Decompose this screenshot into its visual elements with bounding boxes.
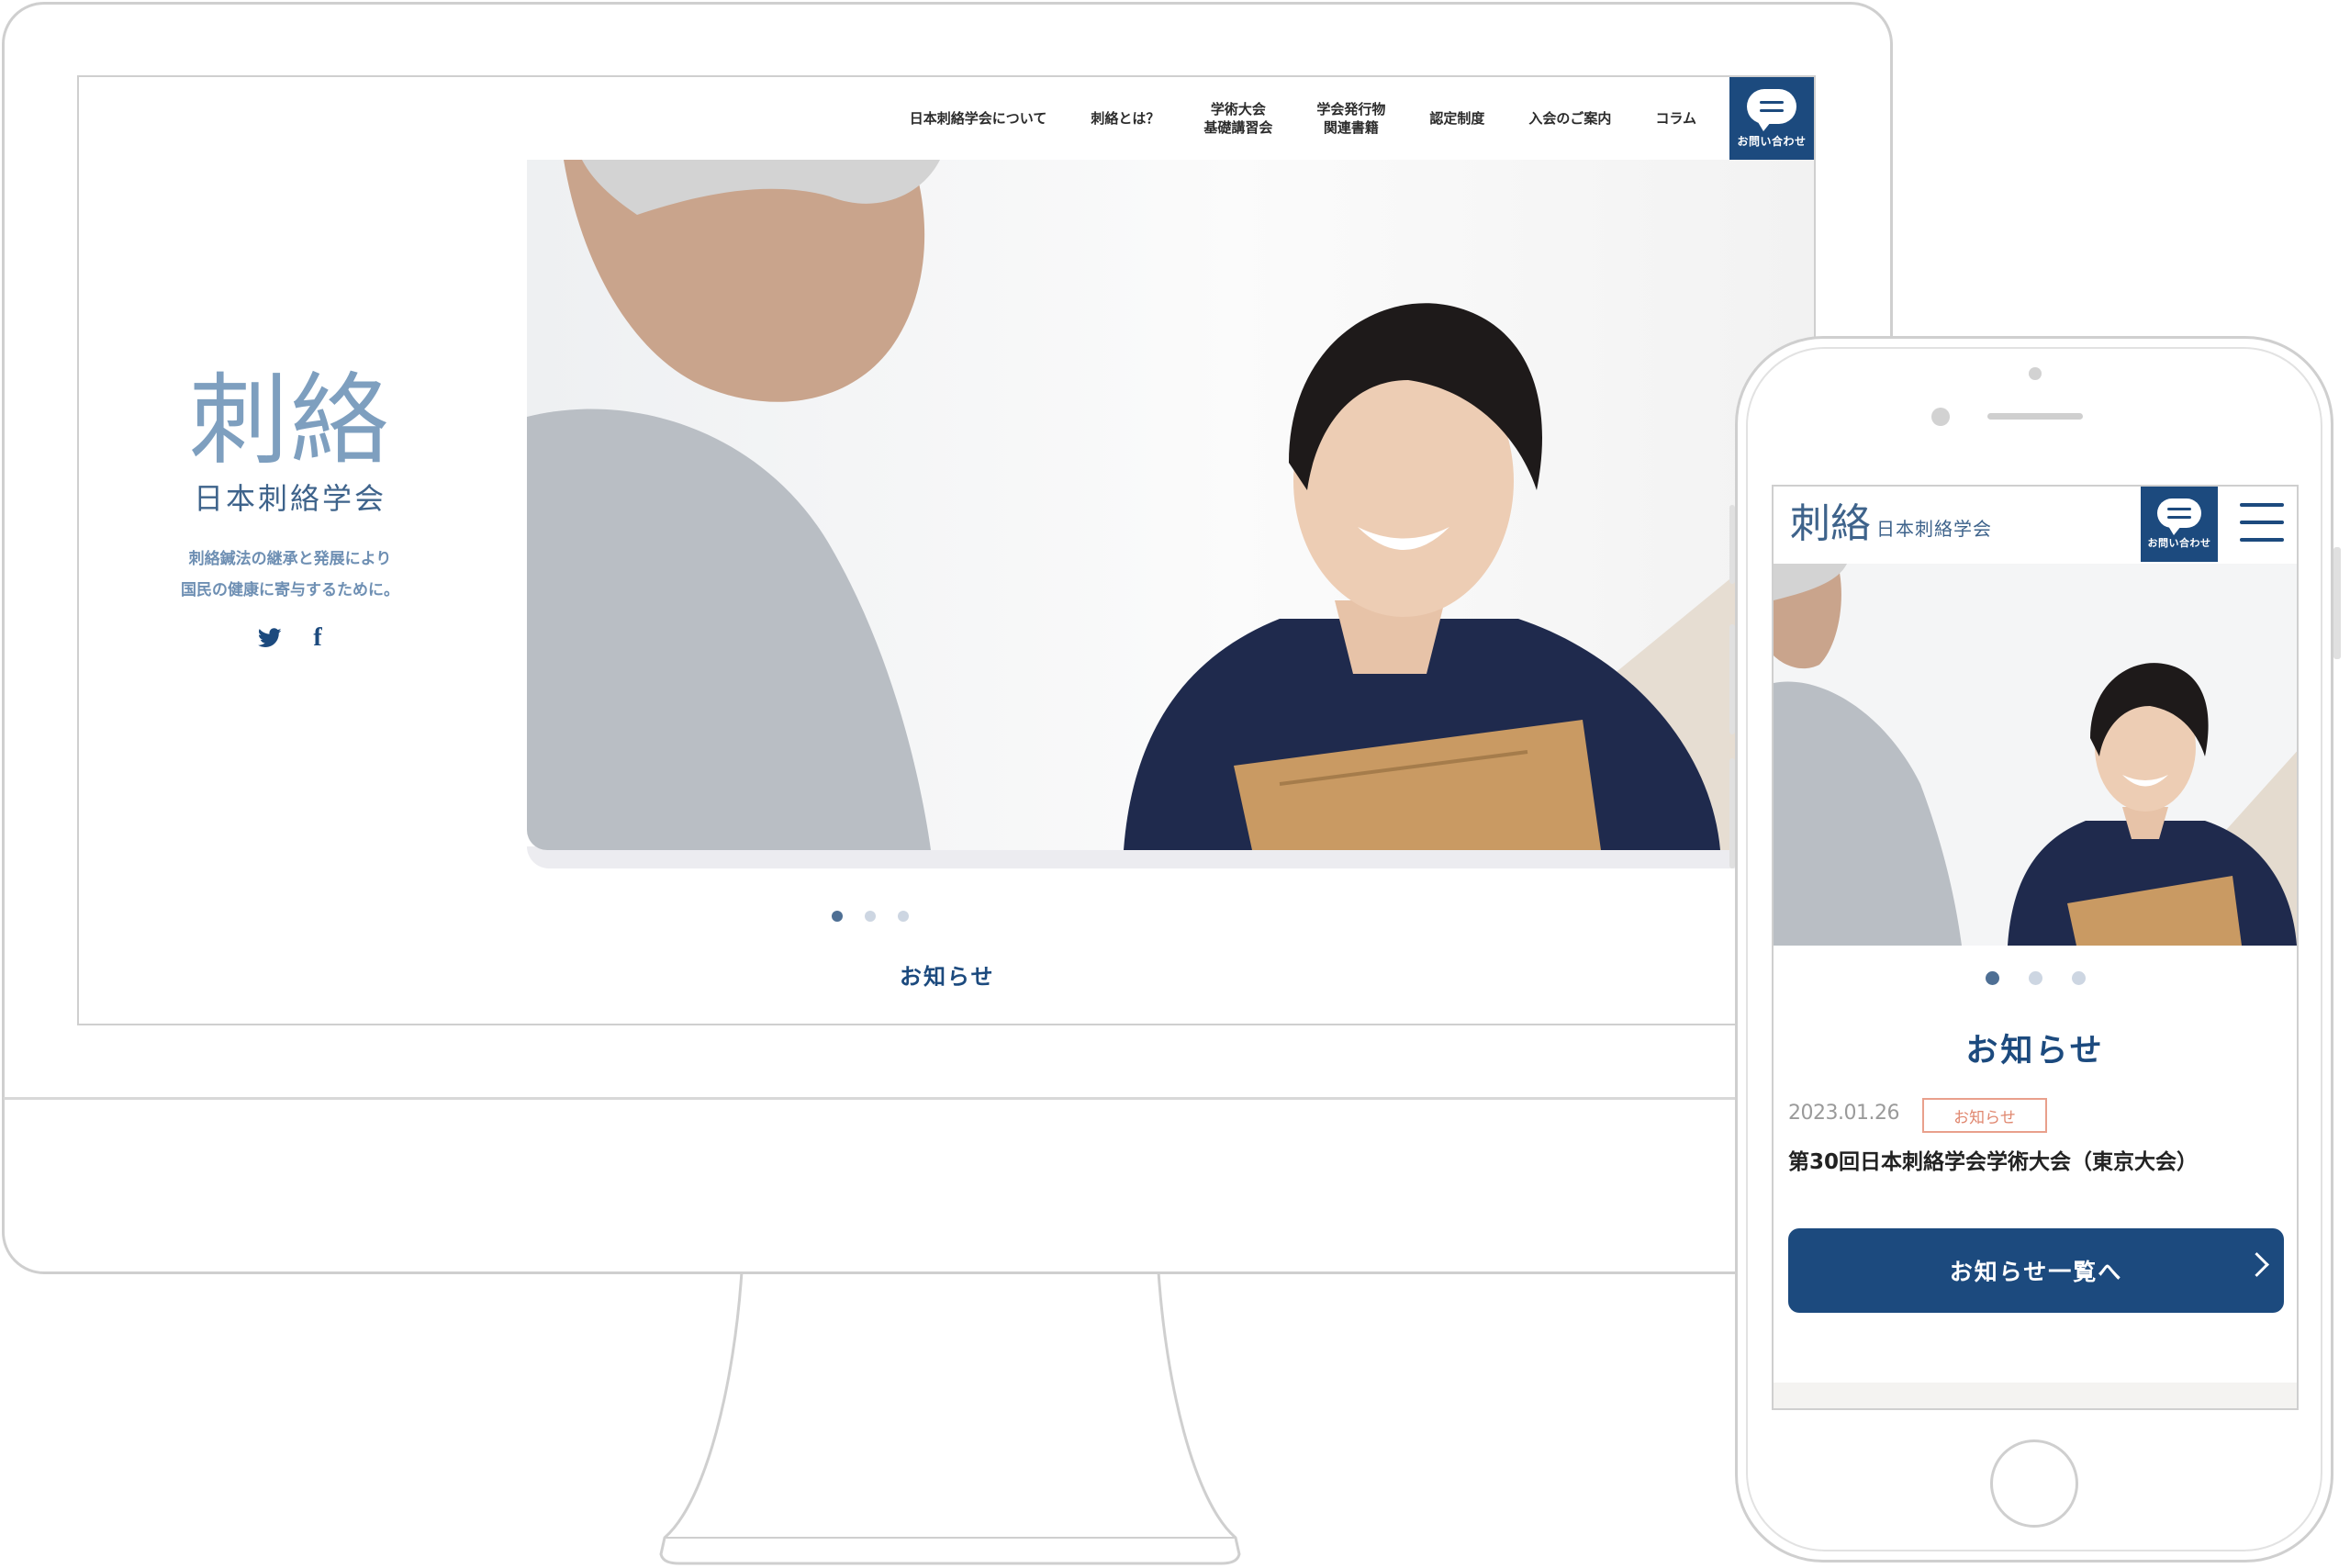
society-logo-mark: 刺絡 <box>188 364 391 478</box>
phone-slider-dot-3[interactable] <box>2071 971 2086 985</box>
phone-contact-button[interactable]: お問い合わせ <box>2141 487 2218 562</box>
monitor-stand <box>659 1271 1241 1565</box>
phone-logo-mark[interactable]: 刺絡 <box>1790 501 1871 547</box>
phone-footer-band <box>1774 1383 2297 1408</box>
slider-dot-2[interactable] <box>865 911 876 922</box>
phone-side-button-upper <box>1729 505 1735 584</box>
phone-society-name: 日本刺絡学会 <box>1876 518 1992 540</box>
phone-hero-photo <box>1774 564 2297 946</box>
phone-slider-dots <box>1774 971 2297 985</box>
news-category-badge: お知らせ <box>1922 1098 2047 1133</box>
news-date: 2023.01.26 <box>1788 1102 1899 1125</box>
slider-dot-1[interactable] <box>832 911 843 922</box>
phone-news-heading: お知らせ <box>1965 1033 2105 1070</box>
desktop-screen: 日本刺絡学会について 刺絡とは？ 学術大会 基礎講習会 学会発行物 関連書籍 認… <box>77 75 1816 1025</box>
chat-bubble-icon <box>2157 498 2201 535</box>
tagline-line-2: 国民の健康に寄与するために。 <box>181 581 399 599</box>
nav-item-conference[interactable]: 学術大会 基礎講習会 <box>1203 100 1272 137</box>
social-links: f <box>143 625 437 651</box>
phone-slider-dot-1[interactable] <box>1985 971 1999 985</box>
phone-screen: 刺絡 日本刺絡学会 お問い合わせ お知らせ 2023.01.26 お知らせ 第3… <box>1772 485 2299 1410</box>
phone-power-button <box>2333 547 2341 659</box>
phone-header: 刺絡 日本刺絡学会 お問い合わせ <box>1774 487 2297 564</box>
brand-block: 刺絡 日本刺絡学会 刺絡鍼法の継承と発展により 国民の健康に寄与するために。 f <box>143 364 437 651</box>
facebook-icon[interactable]: f <box>313 625 321 651</box>
hamburger-icon[interactable] <box>2240 503 2284 542</box>
desktop-news-heading: お知らせ <box>900 964 995 990</box>
phone-side-button-mid <box>1729 624 1735 734</box>
phone-sensor <box>1931 408 1950 426</box>
nav-item-about[interactable]: 日本刺絡学会について <box>910 109 1047 128</box>
phone-side-button-lower <box>1729 758 1735 868</box>
desktop-global-nav: 日本刺絡学会について 刺絡とは？ 学術大会 基礎講習会 学会発行物 関連書籍 認… <box>888 77 1814 160</box>
phone-slider-dot-2[interactable] <box>2028 971 2042 985</box>
nav-item-what-is-shiraku[interactable]: 刺絡とは？ <box>1091 109 1159 128</box>
tagline: 刺絡鍼法の継承と発展により 国民の健康に寄与するために。 <box>143 543 437 606</box>
tagline-line-1: 刺絡鍼法の継承と発展により <box>188 550 392 568</box>
hero-photo <box>527 160 1814 850</box>
news-list-button[interactable]: お知らせ一覧へ <box>1788 1228 2284 1313</box>
news-list-button-label: お知らせ一覧へ <box>1949 1259 2123 1285</box>
contact-button[interactable]: お問い合わせ <box>1729 77 1814 160</box>
nav-item-column[interactable]: コラム <box>1655 109 1696 128</box>
society-name: 日本刺絡学会 <box>193 481 386 516</box>
chevron-right-icon <box>2244 1252 2269 1277</box>
phone-home-button[interactable] <box>1990 1439 2078 1528</box>
phone-contact-label: お問い合わせ <box>2147 537 2211 549</box>
desktop-slider-dots <box>832 911 909 922</box>
twitter-icon[interactable] <box>258 628 282 648</box>
nav-item-publications[interactable]: 学会発行物 関連書籍 <box>1316 100 1385 137</box>
news-title-link[interactable]: 第30回日本刺絡学会学術大会（東京大会） <box>1788 1144 2198 1175</box>
chat-bubble-icon <box>1747 88 1796 131</box>
nav-item-certification[interactable]: 認定制度 <box>1429 109 1484 128</box>
slider-dot-3[interactable] <box>898 911 909 922</box>
phone-front-camera <box>2029 367 2042 380</box>
monitor-chin-divider <box>4 1097 1889 1100</box>
contact-button-label: お問い合わせ <box>1737 134 1807 148</box>
nav-item-membership[interactable]: 入会のご案内 <box>1528 109 1611 128</box>
phone-speaker <box>1987 413 2083 420</box>
